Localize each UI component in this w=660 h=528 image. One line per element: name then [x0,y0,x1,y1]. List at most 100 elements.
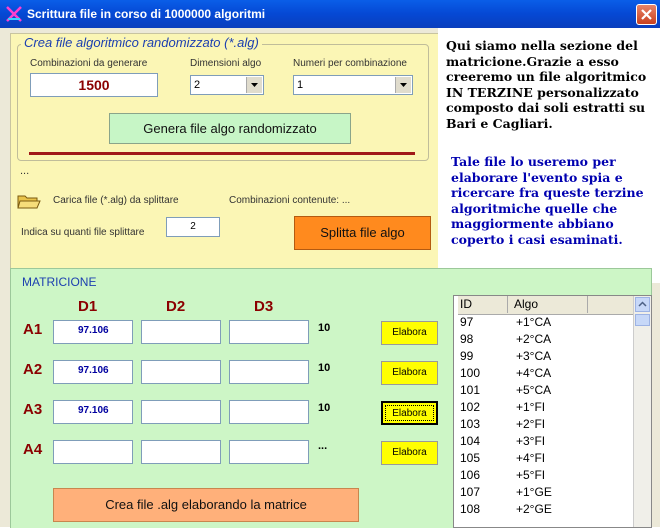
table-row[interactable]: 103 +2°FI [458,417,634,434]
column-header-id[interactable]: ID [458,296,508,313]
contenute-label: Combinazioni contenute: ... [229,195,351,206]
row-algo: +3°FI [516,434,546,448]
dimensioni-select[interactable]: 2 [190,75,264,95]
row-algo: +3°CA [516,349,552,363]
scroll-thumb[interactable] [635,314,650,326]
numeri-value: 1 [297,79,304,91]
window-body: Crea file algoritmico randomizzato (*.al… [0,28,660,528]
cell-a1-d1[interactable]: 97.106 [53,320,133,344]
table-row[interactable]: 106 +5°FI [458,468,634,485]
folder-open-icon[interactable] [17,192,41,210]
numeri-dropdown-button[interactable] [395,77,411,93]
row-count-a1: 10 [318,322,331,334]
row-header-a3: A3 [23,401,43,418]
cell-a1-d3[interactable] [229,320,309,344]
create-matrix-file-button[interactable]: Crea file .alg elaborando la matrice [53,488,359,522]
cell-a3-d2[interactable] [141,400,221,424]
window-title: Scrittura file in corso di 1000000 algor… [27,7,266,21]
split-button[interactable]: Splitta file algo [294,216,431,250]
algo-table[interactable]: ID Algo 97 +1°CA 98 +2°CA 99 +3°CA 100 +4°CA 101… [453,295,652,528]
chevron-down-icon [251,83,258,87]
row-id: 102 [460,400,481,414]
table-row[interactable]: 105 +4°FI [458,451,634,468]
cell-a2-d3[interactable] [229,360,309,384]
generate-random-button[interactable]: Genera file algo randomizzato [109,113,351,144]
combinazioni-label: Combinazioni da generare [30,58,148,69]
matrix-legend: MATRICIONE [19,275,100,289]
column-header-algo[interactable]: Algo [508,296,588,313]
cell-a2-d1[interactable]: 97.106 [53,360,133,384]
table-scrollbar[interactable] [633,296,651,527]
cell-a4-d3[interactable] [229,440,309,464]
row-id: 98 [460,332,474,346]
table-row[interactable]: 99 +3°CA [458,349,634,366]
scroll-up-button[interactable] [635,297,650,312]
row-header-a1: A1 [23,321,43,338]
elabora-button-a3[interactable]: Elabora [381,401,438,425]
row-id: 108 [460,502,481,516]
row-header-a2: A2 [23,361,43,378]
status-ellipsis: ... [20,165,30,177]
row-id: 101 [460,383,481,397]
app-icon [6,6,22,22]
row-id: 99 [460,349,474,363]
cell-a3-d3[interactable] [229,400,309,424]
separator-line [29,152,415,155]
cell-a3-d1[interactable]: 97.106 [53,400,133,424]
indica-label: Indica su quanti file splittare [21,227,145,238]
table-row[interactable]: 107 +1°GE [458,485,634,502]
column-header-d2: D2 [166,298,186,315]
cell-a4-d2[interactable] [141,440,221,464]
matrix-panel: MATRICIONE D1 D2 D3 A1 97.106 10 Elabora… [10,268,652,528]
row-algo: +1°FI [516,400,546,414]
row-id: 106 [460,468,481,482]
elabora-button-a4[interactable]: Elabora [381,441,438,465]
dimensioni-value: 2 [194,79,201,91]
row-algo: +2°GE [516,502,552,516]
table-row[interactable]: 101 +5°CA [458,383,634,400]
row-id: 104 [460,434,481,448]
row-id: 107 [460,485,481,499]
elabora-button-a1[interactable]: Elabora [381,321,438,345]
row-id: 103 [460,417,481,431]
cell-a4-d1[interactable] [53,440,133,464]
row-id: 100 [460,366,481,380]
row-algo: +2°FI [516,417,546,431]
info-paragraph-2: Tale file lo useremo per elaborare l'eve… [451,154,644,247]
row-count-a3: 10 [318,402,331,414]
table-header: ID Algo [458,296,634,315]
numeri-label: Numeri per combinazione [293,58,407,69]
random-group-legend: Crea file algoritmico randomizzato (*.al… [21,35,262,50]
carica-label: Carica file (*.alg) da splittare [53,195,179,206]
dimensioni-dropdown-button[interactable] [246,77,262,93]
numeri-select[interactable]: 1 [293,75,413,95]
row-algo: +5°CA [516,383,552,397]
close-icon [641,9,652,20]
close-button[interactable] [636,4,657,25]
table-row[interactable]: 108 +2°GE [458,502,634,519]
info-panel: Qui siamo nella sezione del matricione.G… [438,28,660,283]
top-panel: Crea file algoritmico randomizzato (*.al… [10,33,440,290]
table-row[interactable]: 100 +4°CA [458,366,634,383]
column-header-d1: D1 [78,298,98,315]
dimensioni-label: Dimensioni algo [190,58,262,69]
title-bar: Scrittura file in corso di 1000000 algor… [0,0,660,28]
info-paragraph-1: Qui siamo nella sezione del matricione.G… [446,38,647,131]
elabora-button-a2[interactable]: Elabora [381,361,438,385]
row-id: 97 [460,315,474,329]
row-algo: +4°CA [516,366,552,380]
cell-a1-d2[interactable] [141,320,221,344]
cell-a2-d2[interactable] [141,360,221,384]
row-id: 105 [460,451,481,465]
combinazioni-input[interactable]: 1500 [30,73,158,97]
table-row[interactable]: 98 +2°CA [458,332,634,349]
row-header-a4: A4 [23,441,43,458]
column-header-d3: D3 [254,298,274,315]
row-algo: +1°CA [516,315,552,329]
table-row[interactable]: 97 +1°CA [458,315,634,332]
table-row[interactable]: 104 +3°FI [458,434,634,451]
row-algo: +2°CA [516,332,552,346]
split-count-input[interactable]: 2 [166,217,220,237]
table-row[interactable]: 102 +1°FI [458,400,634,417]
chevron-down-icon [400,83,407,87]
